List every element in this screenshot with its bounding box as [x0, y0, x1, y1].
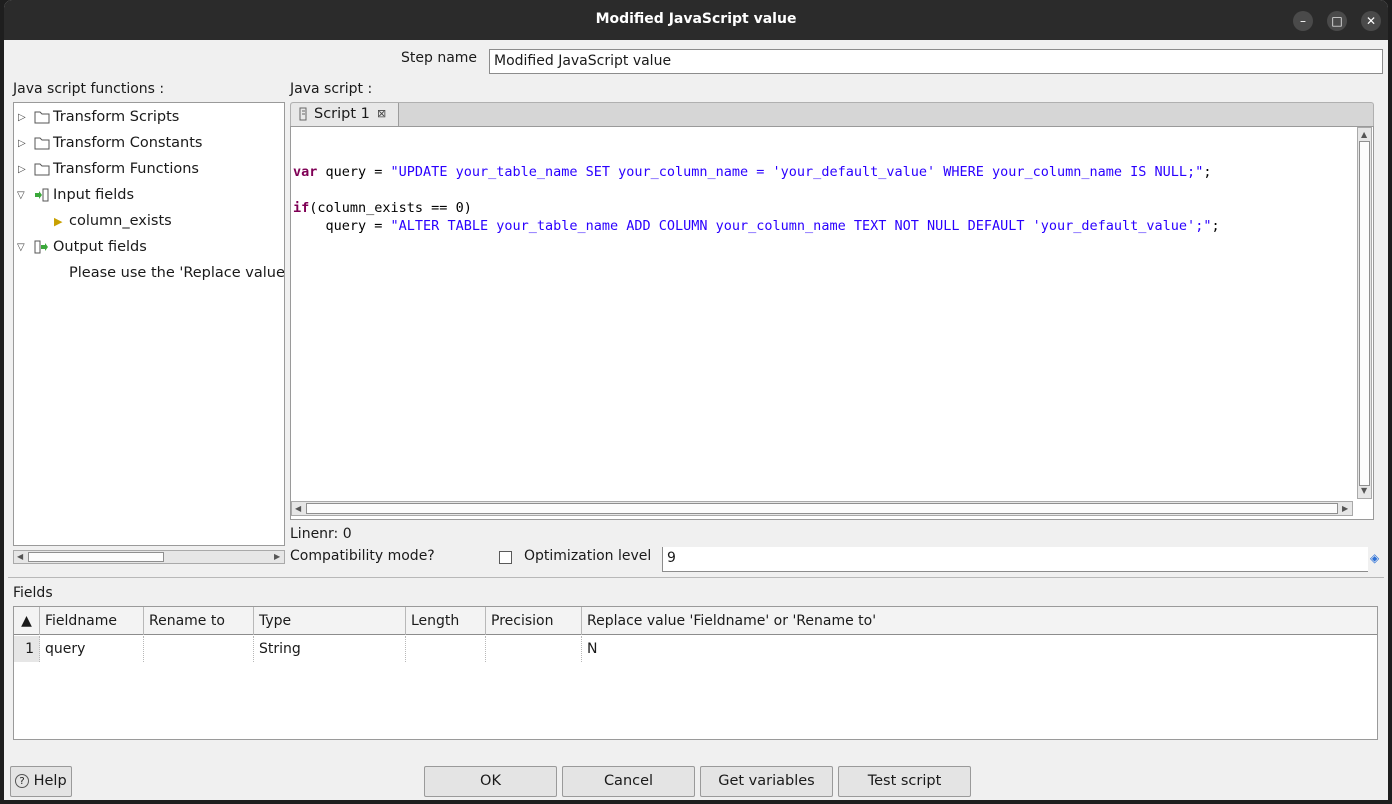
- sort-icon[interactable]: ▲: [14, 607, 40, 635]
- variable-icon[interactable]: ◈: [1370, 551, 1379, 565]
- code-line: if(column_exists == 0): [293, 200, 472, 216]
- help-button-label: Help: [33, 773, 67, 789]
- column-header-fieldname[interactable]: Fieldname: [40, 607, 144, 635]
- cell-replace-value[interactable]: N: [582, 636, 1377, 662]
- scrollbar-thumb[interactable]: [1359, 141, 1370, 486]
- column-header-type[interactable]: Type: [254, 607, 406, 635]
- compatibility-mode-label: Compatibility mode?: [290, 548, 435, 564]
- tab-label: Script 1: [314, 106, 370, 122]
- tree-item-input-fields[interactable]: ▽ Input fields: [14, 185, 284, 207]
- code-string: "UPDATE your_table_name SET your_column_…: [390, 164, 1204, 180]
- functions-tree: ▷ Transform Scripts ▷ Transform Constant…: [13, 102, 285, 546]
- tree-item-label: Transform Functions: [53, 161, 199, 177]
- maximize-button[interactable]: □: [1327, 11, 1347, 31]
- code-line: var query = "UPDATE your_table_name SET …: [293, 164, 1212, 180]
- compatibility-mode-checkbox[interactable]: [499, 551, 512, 564]
- column-header-rename-to[interactable]: Rename to: [144, 607, 254, 635]
- help-icon: ?: [15, 774, 29, 788]
- cancel-button[interactable]: Cancel: [562, 766, 695, 797]
- script-label: Java script :: [290, 81, 373, 97]
- tree-item-label: Transform Scripts: [53, 109, 180, 125]
- code-string: "ALTER TABLE your_table_name ADD COLUMN …: [390, 218, 1212, 234]
- row-number: 1: [14, 636, 40, 662]
- expand-arrow-icon[interactable]: ▷: [18, 112, 26, 123]
- folder-icon: [34, 163, 50, 176]
- title-bar: Modified JavaScript value – □ ✕: [4, 0, 1388, 40]
- fields-label: Fields: [13, 585, 53, 601]
- output-fields-icon: [34, 240, 48, 254]
- line-number-label: Linenr: 0: [290, 526, 352, 542]
- scrollbar-thumb[interactable]: [306, 503, 1338, 514]
- tree-item-label: column_exists: [69, 213, 172, 229]
- tree-horizontal-scrollbar[interactable]: ◀ ▶: [13, 550, 285, 564]
- editor-vertical-scrollbar[interactable]: ▲ ▼: [1357, 127, 1372, 499]
- tree-item-label: Output fields: [53, 239, 147, 255]
- expand-arrow-icon[interactable]: ▷: [18, 164, 26, 175]
- tree-item-transform-functions[interactable]: ▷ Transform Functions: [14, 159, 284, 181]
- scroll-right-icon[interactable]: ▶: [1342, 504, 1348, 513]
- scroll-down-icon[interactable]: ▼: [1361, 486, 1367, 495]
- column-header-precision[interactable]: Precision: [486, 607, 582, 635]
- editor-horizontal-scrollbar[interactable]: ◀ ▶: [291, 501, 1353, 516]
- code-keyword: var: [293, 164, 318, 180]
- optimization-level-label: Optimization level: [524, 548, 652, 564]
- cell-type[interactable]: String: [254, 636, 406, 662]
- optimization-level-input[interactable]: 9: [662, 547, 1368, 572]
- cell-precision[interactable]: [486, 636, 582, 662]
- separator: [8, 577, 1384, 578]
- window-title: Modified JavaScript value: [595, 11, 797, 27]
- tree-item-label: Input fields: [53, 187, 134, 203]
- help-button[interactable]: ? Help: [10, 766, 72, 797]
- collapse-arrow-icon[interactable]: ▽: [17, 242, 25, 253]
- collapse-arrow-icon[interactable]: ▽: [17, 190, 25, 201]
- script-editor[interactable]: var query = "UPDATE your_table_name SET …: [290, 126, 1374, 520]
- minimize-button[interactable]: –: [1293, 11, 1313, 31]
- tree-item-column-exists[interactable]: ▶ column_exists: [14, 211, 284, 233]
- expand-arrow-icon[interactable]: ▷: [18, 138, 26, 149]
- code-area[interactable]: var query = "UPDATE your_table_name SET …: [293, 145, 1220, 235]
- cell-fieldname[interactable]: query: [40, 636, 144, 662]
- tree-item-transform-scripts[interactable]: ▷ Transform Scripts: [14, 107, 284, 129]
- folder-icon: [34, 111, 50, 124]
- code-keyword: if: [293, 200, 310, 216]
- tab-script-1[interactable]: Script 1 ⊠: [291, 103, 399, 127]
- functions-label: Java script functions :: [13, 81, 165, 97]
- close-button[interactable]: ✕: [1361, 11, 1381, 31]
- scrollbar-thumb[interactable]: [28, 552, 164, 562]
- table-header: ▲ Fieldname Rename to Type Length Precis…: [14, 607, 1377, 635]
- step-name-input[interactable]: Modified JavaScript value: [489, 49, 1383, 74]
- script-tab-bar: Script 1 ⊠: [290, 102, 1374, 127]
- tree-item-output-hint: Please use the 'Replace value: [14, 263, 285, 285]
- tree-item-transform-constants[interactable]: ▷ Transform Constants: [14, 133, 284, 155]
- fields-table: ▲ Fieldname Rename to Type Length Precis…: [13, 606, 1378, 740]
- column-header-replace-value[interactable]: Replace value 'Fieldname' or 'Rename to': [582, 607, 1377, 635]
- get-variables-button[interactable]: Get variables: [700, 766, 833, 797]
- scroll-left-icon[interactable]: ◀: [17, 552, 23, 561]
- cell-rename-to[interactable]: [144, 636, 254, 662]
- code-line: query = "ALTER TABLE your_table_name ADD…: [293, 218, 1220, 234]
- cell-length[interactable]: [406, 636, 486, 662]
- dialog-window: Modified JavaScript value – □ ✕ Step nam…: [4, 0, 1388, 800]
- tree-item-label: Please use the 'Replace value: [69, 265, 285, 281]
- close-tab-icon[interactable]: ⊠: [377, 107, 386, 120]
- script-icon: [299, 107, 307, 121]
- field-arrow-icon: ▶: [54, 215, 63, 228]
- scroll-left-icon[interactable]: ◀: [295, 504, 301, 513]
- input-fields-icon: [35, 188, 49, 202]
- ok-button[interactable]: OK: [424, 766, 557, 797]
- step-name-label: Step name: [401, 50, 478, 66]
- scroll-up-icon[interactable]: ▲: [1361, 130, 1367, 139]
- folder-icon: [34, 137, 50, 150]
- column-header-length[interactable]: Length: [406, 607, 486, 635]
- test-script-button[interactable]: Test script: [838, 766, 971, 797]
- tree-item-output-fields[interactable]: ▽ Output fields: [14, 237, 284, 259]
- scroll-right-icon[interactable]: ▶: [274, 552, 280, 561]
- tree-item-label: Transform Constants: [53, 135, 203, 151]
